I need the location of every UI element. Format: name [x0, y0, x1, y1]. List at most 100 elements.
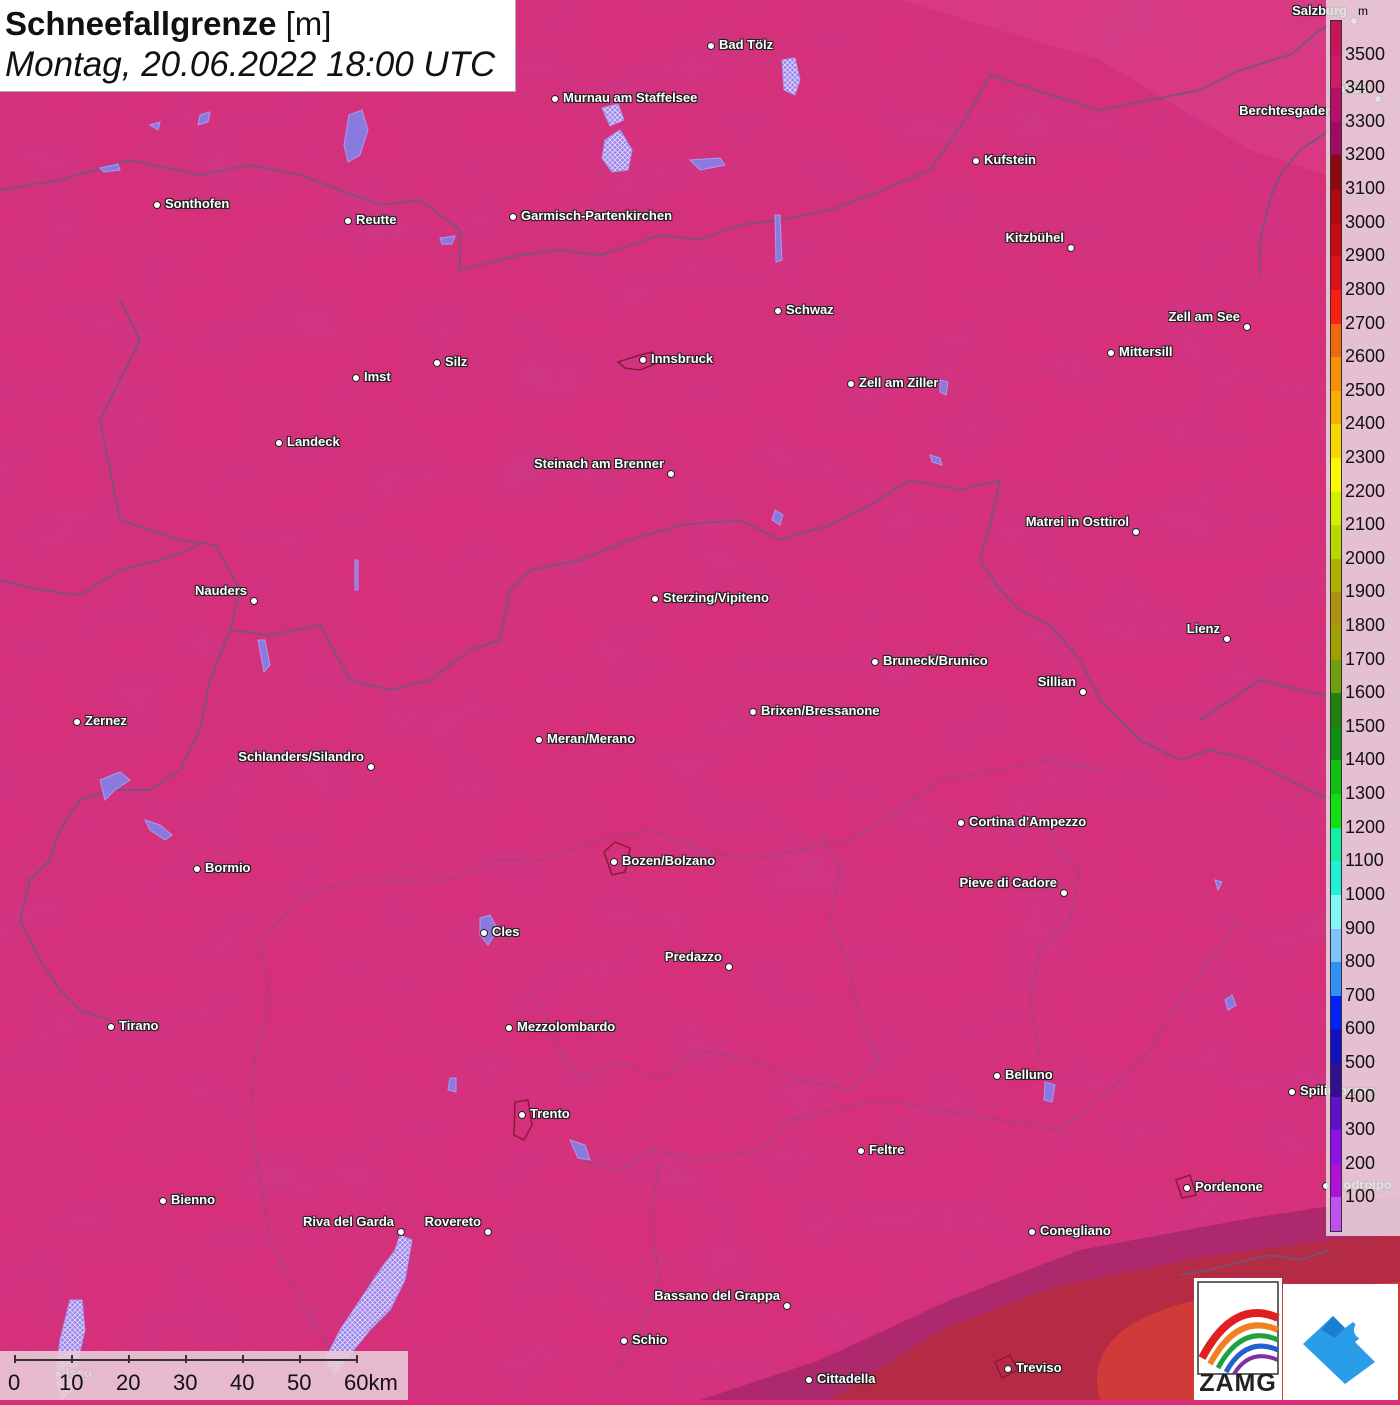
city-marker [480, 929, 488, 937]
city-marker [1028, 1228, 1036, 1236]
scale-tick [128, 1355, 130, 1363]
map-title: Schneefallgrenze [m] [5, 5, 331, 43]
city-label: Kitzbühel [1005, 230, 1065, 245]
city-marker [857, 1147, 865, 1155]
city-label: Reutte [356, 212, 397, 227]
city-label: Innsbruck [651, 351, 714, 366]
legend-label: 1200 [1345, 816, 1386, 837]
scale-tick [242, 1355, 244, 1363]
city-label: Murnau am Staffelsee [563, 90, 698, 105]
legend-swatch [1331, 726, 1341, 761]
city-label: Treviso [1016, 1360, 1062, 1375]
legend-swatch [1331, 289, 1341, 324]
city-label: Bad Tölz [719, 37, 774, 52]
legend-swatch [1331, 1096, 1341, 1131]
scale-label: 60km [344, 1370, 398, 1395]
legend-label: 2500 [1345, 379, 1386, 400]
map-date: Montag, 20.06.2022 18:00 UTC [5, 45, 496, 84]
legend-swatch [1331, 390, 1341, 425]
city-label: Bienno [171, 1192, 216, 1207]
scale-tick [356, 1355, 358, 1363]
scale-label: 20 [116, 1370, 141, 1395]
city-marker [159, 1197, 167, 1205]
city-marker [749, 708, 757, 716]
legend-swatch [1331, 894, 1341, 929]
city-label: Riva del Garda [302, 1214, 394, 1229]
legend-swatch [1331, 357, 1341, 392]
city-marker [344, 217, 352, 225]
city-marker [805, 1376, 813, 1384]
legend-swatch [1331, 1197, 1341, 1232]
legend-swatch [1331, 558, 1341, 593]
city-label: Pordenone [1195, 1179, 1263, 1194]
legend-label: 900 [1345, 917, 1376, 938]
city-marker [871, 658, 879, 666]
city-label: Predazzo [664, 949, 722, 964]
city-label: Cles [492, 924, 520, 939]
city-label: Trento [530, 1106, 570, 1121]
legend-swatch [1331, 861, 1341, 896]
city-label: Zernez [85, 713, 127, 728]
legend-swatch [1331, 1062, 1341, 1098]
city-marker [1132, 528, 1140, 536]
legend-swatch [1331, 155, 1341, 190]
legend-swatch [1331, 928, 1341, 963]
city-marker [551, 95, 559, 103]
legend-unit: m [1358, 4, 1368, 18]
city-marker [509, 213, 517, 221]
city-label: Schwaz [786, 302, 834, 317]
city-label: Sterzing/Vipiteno [663, 590, 769, 605]
cloud-logo [1283, 1284, 1398, 1400]
scale-label: 40 [230, 1370, 255, 1395]
legend-label: 3000 [1345, 211, 1386, 232]
legend-swatch [1331, 1029, 1341, 1064]
city-label: Steinach am Brenner [533, 456, 664, 471]
legend-label: 2700 [1345, 312, 1386, 333]
city-marker [1183, 1184, 1191, 1192]
legend-swatch [1331, 760, 1341, 795]
city-label: Bassano del Grappa [654, 1288, 780, 1303]
city-label: Brixen/Bressanone [761, 703, 880, 718]
legend-label: 3100 [1345, 178, 1386, 199]
city-marker [783, 1302, 791, 1310]
legend-swatch [1331, 88, 1341, 123]
scale-tick [299, 1355, 301, 1363]
zamg-logo: ZAMG [1194, 1278, 1282, 1400]
city-marker [397, 1228, 405, 1236]
city-marker [535, 736, 543, 744]
city-label: Schio [632, 1332, 668, 1347]
legend-label: 1900 [1345, 581, 1386, 602]
city-marker [620, 1337, 628, 1345]
legend-label: 2100 [1345, 514, 1386, 535]
city-marker [639, 356, 647, 364]
city-marker [352, 374, 360, 382]
city-label: Lienz [1186, 621, 1220, 636]
city-marker [1107, 349, 1115, 357]
scale-tick [14, 1355, 16, 1363]
legend-swatch [1331, 659, 1341, 694]
zamg-rainbow-icon [1197, 1281, 1280, 1376]
legend-label: 100 [1345, 1186, 1376, 1207]
legend-swatch [1331, 827, 1341, 862]
city-marker [250, 597, 258, 605]
legend-swatch [1331, 626, 1341, 661]
legend-label: 1600 [1345, 682, 1386, 703]
legend-swatch [1331, 21, 1341, 56]
city-marker [433, 359, 441, 367]
city-marker [73, 718, 81, 726]
city-marker [1223, 635, 1231, 643]
city-label: Sonthofen [165, 196, 230, 211]
city-label: Meran/Merano [547, 731, 636, 746]
scale-tick [71, 1355, 73, 1363]
legend-swatch [1331, 54, 1341, 89]
legend-swatch [1331, 424, 1341, 459]
zamg-logo-text: ZAMG [1199, 1369, 1277, 1397]
legend-label: 1300 [1345, 783, 1386, 804]
scale-label: 10 [59, 1370, 84, 1395]
legend-swatch [1331, 962, 1341, 997]
city-label: Kufstein [984, 152, 1036, 167]
legend-swatch [1331, 457, 1341, 493]
legend-label: 500 [1345, 1051, 1376, 1072]
legend-label: 600 [1345, 1018, 1376, 1039]
city-label: Belluno [1005, 1067, 1053, 1082]
